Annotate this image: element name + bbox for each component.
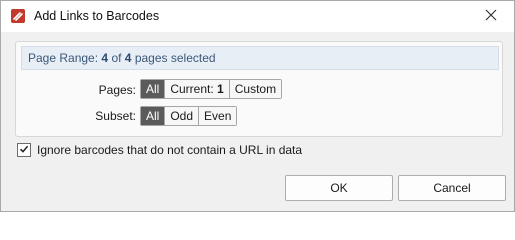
page-range-bar: Page Range: 4 of 4 pages selected <box>21 46 499 70</box>
page-range-text: Page Range: 4 of 4 pages selected <box>28 51 216 65</box>
subset-label: Subset: <box>95 109 136 123</box>
total-count: 4 <box>124 51 132 65</box>
page-range-of: of <box>111 51 122 65</box>
pages-current-label: Current: <box>170 82 214 96</box>
current-page-number: 1 <box>217 82 224 96</box>
checkmark-icon <box>19 143 29 157</box>
pages-segmented-control: All Current: 1 Custom <box>140 79 283 99</box>
selected-count: 4 <box>101 51 109 65</box>
pages-all-button[interactable]: All <box>141 80 165 98</box>
ignore-barcodes-checkbox[interactable] <box>17 143 31 157</box>
close-icon <box>485 9 497 24</box>
ok-button[interactable]: OK <box>285 175 393 201</box>
dialog-window: Add Links to Barcodes Page Range: 4 of 4… <box>0 0 515 212</box>
subset-even-button[interactable]: Even <box>198 107 237 125</box>
pages-custom-button[interactable]: Custom <box>228 80 282 98</box>
pages-label: Pages: <box>98 83 136 97</box>
cancel-button[interactable]: Cancel <box>398 175 506 201</box>
subset-odd-button[interactable]: Odd <box>164 107 199 125</box>
page-range-panel: Page Range: 4 of 4 pages selected Pages:… <box>15 41 503 137</box>
pages-current-button[interactable]: Current: 1 <box>164 80 229 98</box>
subset-all-button[interactable]: All <box>141 107 165 125</box>
ignore-barcodes-label[interactable]: Ignore barcodes that do not contain a UR… <box>37 143 302 157</box>
pdf-editor-icon <box>10 8 26 24</box>
window-title: Add Links to Barcodes <box>34 9 160 23</box>
page-range-prefix: Page Range: <box>28 51 99 65</box>
subset-segmented-control: All Odd Even <box>140 106 238 126</box>
title-bar: Add Links to Barcodes <box>1 1 514 32</box>
close-button[interactable] <box>468 1 514 32</box>
page-range-suffix: pages selected <box>134 51 216 65</box>
